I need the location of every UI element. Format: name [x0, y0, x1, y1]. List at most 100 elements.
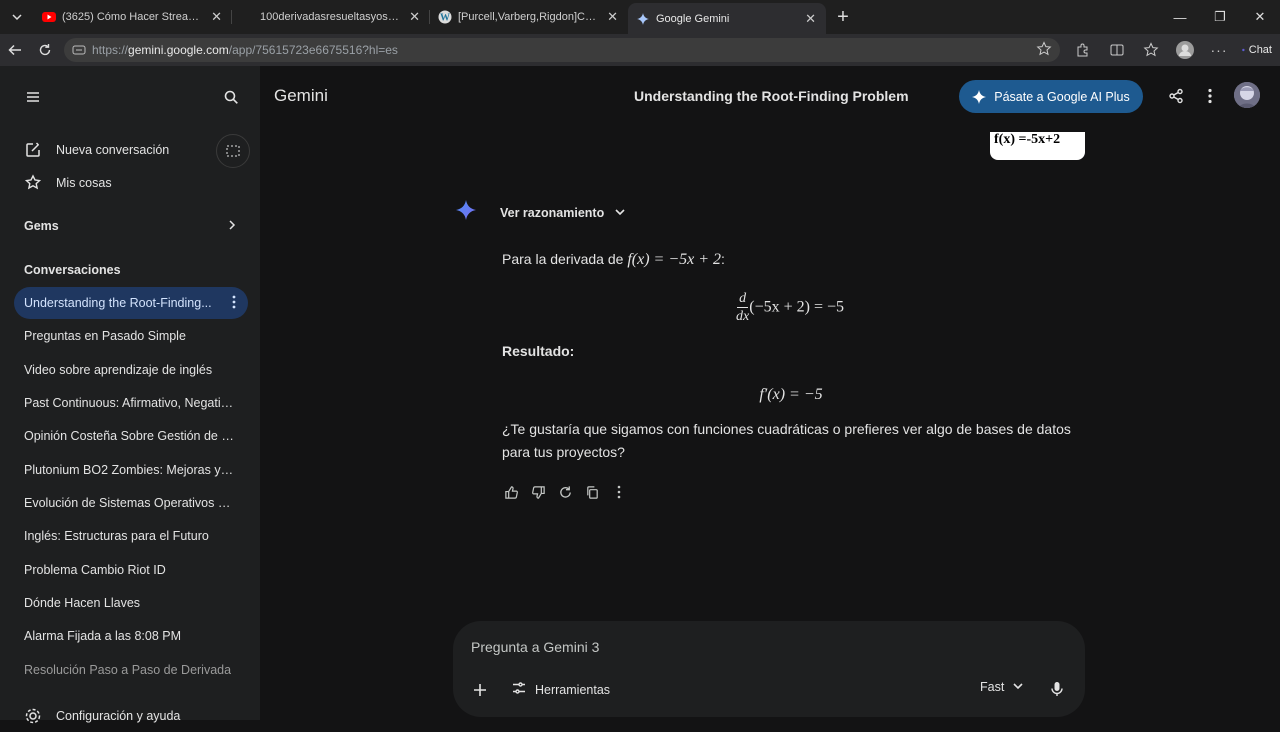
tab-search-icon[interactable]: [0, 0, 34, 34]
more-vert-icon[interactable]: [232, 295, 236, 312]
reload-icon[interactable]: [30, 35, 60, 65]
my-stuff-button[interactable]: Mis cosas: [14, 167, 248, 199]
mode-label: Fast: [980, 680, 1005, 694]
temporary-chat-icon[interactable]: [216, 134, 250, 168]
gems-row[interactable]: Gems: [14, 210, 248, 242]
upgrade-button[interactable]: Pásate a Google AI Plus: [959, 80, 1143, 113]
settings-help-button[interactable]: Configuración y ayuda: [14, 700, 248, 732]
youtube-icon: [42, 10, 56, 24]
chevron-down-icon: [1012, 680, 1024, 694]
derivative-equation: d dx (−5x + 2) = −5: [502, 292, 1072, 324]
blank-page-icon: [240, 10, 254, 24]
fraction-numerator: d: [737, 291, 749, 308]
copilot-chat-button[interactable]: Chat: [1242, 35, 1272, 65]
favorites-icon[interactable]: [1136, 35, 1166, 65]
conversation-title: Past Continuous: Afirmativo, Negativ...: [24, 396, 236, 410]
close-window-icon[interactable]: ✕: [1240, 0, 1280, 34]
result-math: f′(x) = −5: [759, 386, 823, 403]
new-chat-button[interactable]: Nueva conversación: [14, 134, 248, 166]
settings-icon: [24, 707, 44, 725]
thumbs-up-icon[interactable]: [502, 483, 520, 501]
chevron-down-icon: [614, 204, 626, 222]
add-icon[interactable]: [471, 681, 489, 699]
prompt-input[interactable]: Pregunta a Gemini 3: [471, 639, 599, 655]
more-vert-icon[interactable]: [610, 483, 628, 501]
close-tab-icon[interactable]: ✕: [211, 9, 222, 25]
gemini-icon: [636, 12, 650, 26]
conversation-item[interactable]: Plutonium BO2 Zombies: Mejoras y In...: [14, 454, 248, 486]
settings-label: Configuración y ayuda: [56, 709, 181, 723]
tune-icon: [511, 680, 527, 699]
profile-avatar[interactable]: [1170, 35, 1200, 65]
thumbs-down-icon[interactable]: [529, 483, 547, 501]
conversation-title: Opinión Costeña Sobre Gestión de Pr...: [24, 429, 236, 443]
conversation-title: Video sobre aprendizaje de inglés: [24, 363, 213, 377]
conversation-item[interactable]: Alarma Fijada a las 8:08 PM: [14, 620, 248, 652]
wordpress-icon: W: [438, 10, 452, 24]
chat-label: Chat: [1248, 44, 1272, 56]
address-bar[interactable]: https://gemini.google.com/app/75615723e6…: [64, 38, 1060, 62]
model-mode-select[interactable]: Fast: [980, 680, 1024, 694]
conversation-item[interactable]: Resolución Paso a Paso de Derivada: [14, 654, 248, 686]
tools-button[interactable]: Herramientas: [511, 680, 610, 699]
copy-icon[interactable]: [583, 483, 601, 501]
conversation-title: Preguntas en Pasado Simple: [24, 329, 186, 343]
fraction-denominator: dx: [736, 309, 750, 324]
browser-toolbar: https://gemini.google.com/app/75615723e6…: [0, 34, 1280, 66]
chevron-right-icon: [226, 218, 238, 235]
shapes-icon: [24, 174, 44, 192]
response-actions: [502, 483, 628, 501]
conversation-item[interactable]: Past Continuous: Afirmativo, Negativ...: [14, 387, 248, 419]
conversation-item[interactable]: Preguntas en Pasado Simple: [14, 320, 248, 352]
conversation-title: Inglés: Estructuras para el Futuro: [24, 529, 209, 543]
search-icon[interactable]: [220, 86, 242, 108]
reasoning-toggle[interactable]: Ver razonamiento: [456, 200, 626, 225]
conversation-item[interactable]: Inglés: Estructuras para el Futuro: [14, 520, 248, 552]
restore-icon[interactable]: ❐: [1200, 0, 1240, 34]
avatar[interactable]: [1234, 82, 1260, 108]
conversation-item[interactable]: Evolución de Sistemas Operativos De...: [14, 487, 248, 519]
more-vert-icon[interactable]: [1200, 86, 1220, 106]
back-icon[interactable]: [0, 35, 30, 65]
bookmark-star-icon[interactable]: [1036, 41, 1052, 60]
close-tab-icon[interactable]: ✕: [409, 9, 420, 25]
tab-title: (3625) Cómo Hacer Streams en Ki: [62, 11, 205, 23]
site-info-icon[interactable]: [72, 44, 88, 56]
browser-tab-active[interactable]: Google Gemini ✕: [628, 3, 826, 34]
equation-rest: (−5x + 2) = −5: [749, 298, 844, 316]
conversation-title: Resolución Paso a Paso de Derivada: [24, 663, 232, 677]
close-tab-icon[interactable]: ✕: [805, 11, 816, 27]
conversation-item[interactable]: Understanding the Root-Finding...: [14, 287, 248, 319]
response-intro: Para la derivada de f(x) = −5x + 2:: [502, 248, 1072, 271]
conversation-item[interactable]: Problema Cambio Riot ID: [14, 554, 248, 586]
prompt-composer[interactable]: Pregunta a Gemini 3 Herramientas Fast: [453, 621, 1085, 717]
tab-title: [Purcell,Varberg,Rigdon]Calculo.p: [458, 11, 601, 23]
conversation-item[interactable]: Dónde Hacen Llaves: [14, 587, 248, 619]
more-options-icon[interactable]: ···: [1204, 35, 1234, 65]
gemini-sparkle-icon: [456, 200, 476, 225]
share-icon[interactable]: [1166, 86, 1186, 106]
browser-tab[interactable]: (3625) Cómo Hacer Streams en Ki ✕: [34, 0, 232, 34]
menu-icon[interactable]: [22, 86, 44, 108]
fraction: d dx: [736, 292, 749, 324]
sparkle-icon: [972, 89, 987, 104]
my-stuff-label: Mis cosas: [56, 176, 112, 190]
close-tab-icon[interactable]: ✕: [607, 9, 618, 25]
result-label: Resultado:: [502, 343, 575, 359]
new-tab-icon[interactable]: +: [826, 0, 860, 34]
split-screen-icon[interactable]: [1102, 35, 1132, 65]
minimize-icon[interactable]: —: [1160, 0, 1200, 34]
conversation-item[interactable]: Video sobre aprendizaje de inglés: [14, 354, 248, 386]
intro-text: Para la derivada de: [502, 251, 624, 267]
extensions-icon[interactable]: [1068, 35, 1098, 65]
result-equation: f′(x) = −5: [502, 383, 1072, 406]
user-uploaded-image[interactable]: f(x) =-5x+2: [990, 132, 1085, 160]
sidebar: Nueva conversación Mis cosas Gems Conver…: [0, 66, 260, 724]
microphone-icon[interactable]: [1049, 680, 1065, 703]
brand-title[interactable]: Gemini: [274, 86, 328, 106]
conversation-item[interactable]: Opinión Costeña Sobre Gestión de Pr...: [14, 420, 248, 452]
regenerate-icon[interactable]: [556, 483, 574, 501]
browser-tab[interactable]: W [Purcell,Varberg,Rigdon]Calculo.p ✕: [430, 0, 628, 34]
conversation-title-header: Understanding the Root-Finding Problem: [634, 88, 909, 104]
browser-tab[interactable]: 100derivadasresueltasyosoytuprof ✕: [232, 0, 430, 34]
